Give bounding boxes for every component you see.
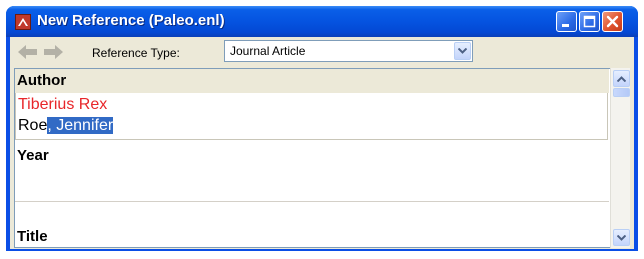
scroll-thumb[interactable] <box>613 88 630 97</box>
scroll-up-button[interactable] <box>613 70 630 87</box>
reference-type-dropdown-button[interactable] <box>454 42 471 60</box>
chevron-up-icon <box>617 76 626 82</box>
forward-arrow-icon[interactable] <box>43 45 63 59</box>
author-field-header <box>15 69 609 93</box>
reference-fields-panel: Author Tiberius Rex Roe, Jennifer Year T… <box>14 68 610 248</box>
endnote-app-icon[interactable] <box>15 14 31 30</box>
author-field[interactable]: Tiberius Rex Roe, Jennifer <box>15 93 608 140</box>
title-bar[interactable]: New Reference (Paleo.enl) <box>6 6 638 37</box>
close-button[interactable] <box>602 11 623 32</box>
year-field[interactable] <box>15 167 609 199</box>
window-client-area: Reference Type: Journal Article Author T… <box>10 37 634 249</box>
chevron-down-icon <box>617 235 626 241</box>
reference-type-select[interactable]: Journal Article <box>224 40 473 62</box>
reference-type-value: Journal Article <box>230 44 306 58</box>
chevron-down-icon <box>458 48 467 54</box>
author-line-2-text: Roe <box>18 117 48 134</box>
author-line-2[interactable]: Roe, Jennifer <box>18 117 114 135</box>
field-separator <box>15 201 609 202</box>
author-label: Author <box>17 72 67 89</box>
vertical-scrollbar[interactable] <box>610 68 630 248</box>
maximize-icon <box>583 15 596 28</box>
close-icon <box>606 15 619 28</box>
title-label: Title <box>17 228 48 245</box>
toolbar: Reference Type: Journal Article <box>10 37 634 67</box>
window-title: New Reference (Paleo.enl) <box>37 12 225 29</box>
year-label: Year <box>17 147 49 164</box>
author-line-1[interactable]: Tiberius Rex <box>18 96 107 114</box>
scroll-down-button[interactable] <box>613 229 630 246</box>
back-arrow-icon[interactable] <box>18 45 38 59</box>
minimize-icon <box>562 24 569 27</box>
minimize-button[interactable] <box>556 11 577 32</box>
reference-window: New Reference (Paleo.enl) Reference Type… <box>6 6 638 251</box>
selected-text: , Jennifer <box>47 117 114 134</box>
maximize-button[interactable] <box>579 11 600 32</box>
reference-type-label: Reference Type: <box>92 46 180 60</box>
